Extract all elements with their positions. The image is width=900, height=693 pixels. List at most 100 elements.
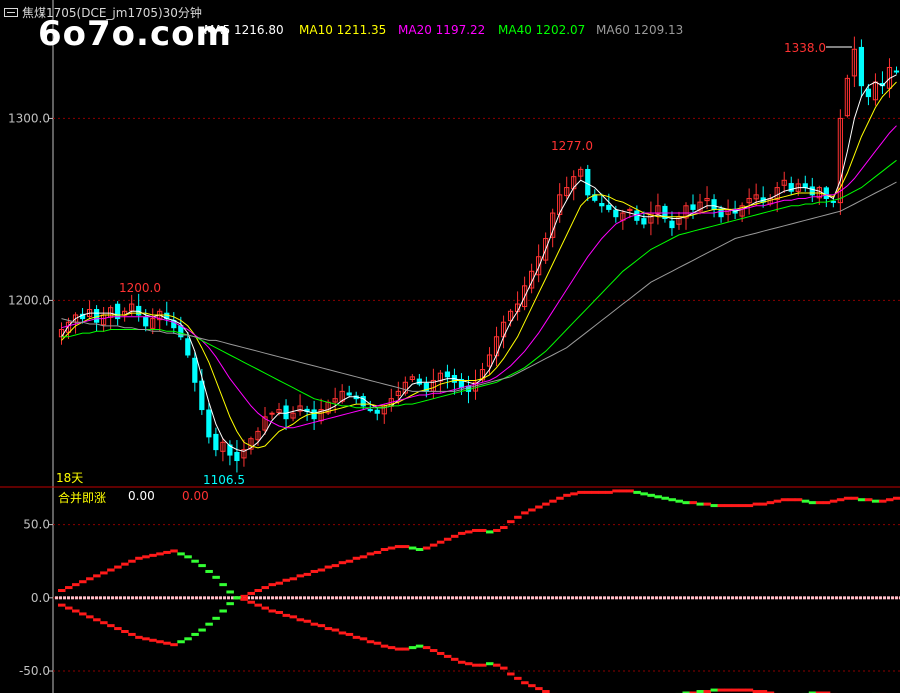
indicator-upper-segment (577, 490, 585, 494)
zero-line-dot (271, 596, 274, 600)
indicator-upper-segment (58, 589, 66, 592)
zero-line-dot (779, 596, 782, 600)
indicator-upper-segment (521, 511, 529, 515)
indicator-upper-segment (394, 545, 403, 549)
indicator-upper-segment (549, 499, 557, 503)
zero-line-dot (831, 596, 834, 600)
indicator-lower-segment (268, 609, 277, 613)
zero-line-dot (279, 596, 282, 600)
indicator-name: 合并即涨 (58, 491, 107, 505)
indicator-lower-segment (373, 641, 382, 645)
zero-line-dot (91, 596, 94, 600)
candle-body (269, 412, 275, 415)
indicator-upper-segment (471, 528, 480, 532)
indicator-lower-segment (331, 628, 340, 632)
candle-body (865, 88, 872, 98)
zero-line-dot (735, 596, 738, 600)
indicator-upper-segment (65, 586, 73, 590)
indicator-upper-segment (836, 498, 845, 502)
candle-body (93, 309, 100, 323)
zero-line-dot (459, 596, 462, 600)
zero-line-dot (463, 596, 466, 600)
zero-line-dot (795, 596, 798, 600)
indicator-upper-segment (275, 581, 284, 585)
zero-line-dot (823, 596, 826, 600)
zero-line-dot (187, 596, 190, 600)
zero-line-dot (551, 596, 554, 600)
zero-line-dot (503, 596, 506, 600)
indicator-lower-segment (457, 660, 466, 664)
indicator-lower-segment (275, 610, 284, 614)
zero-line-dot (659, 596, 662, 600)
zero-line-dot (455, 596, 458, 600)
zero-line-dot (379, 596, 382, 600)
zero-line-dot (771, 596, 774, 600)
zero-line-dot (403, 596, 406, 600)
zero-line-dot (471, 596, 474, 600)
indicator-upper-segment (500, 526, 508, 530)
indicator-lower-segment (72, 609, 80, 613)
indicator-lower-segment (745, 688, 754, 692)
indicator-lower-segment (731, 688, 740, 692)
candle-body (346, 392, 352, 396)
zero-line-dot (299, 596, 302, 600)
indicator-lower-segment (282, 613, 291, 617)
indicator-upper-segment (892, 496, 900, 500)
candle-body (311, 409, 317, 420)
indicator-upper-segment (514, 515, 522, 519)
indicator-upper-segment (682, 501, 690, 505)
indicator-lower-segment (408, 646, 417, 650)
zero-line-dot (783, 596, 786, 600)
zero-line-dot (599, 596, 602, 600)
indicator-lower-segment (310, 622, 319, 626)
window-icon[interactable] (4, 7, 18, 17)
zero-line-dot (719, 596, 722, 600)
indicator-upper-segment (864, 498, 873, 502)
zero-line-dot (79, 596, 82, 600)
zero-line-dot (891, 596, 894, 600)
indicator-lower-segment (471, 663, 480, 667)
zero-line-dot (415, 596, 418, 600)
candle-body (192, 357, 198, 383)
zero-line-dot (751, 596, 754, 600)
kline-chart[interactable]: 1300.0 1200.0 1338.0 1277.0 1200.0 1106.5 18天 5… (0, 0, 900, 693)
indicator-upper-segment (584, 490, 592, 494)
indicator-lower-segment (338, 631, 347, 635)
indicator-upper-segment (79, 580, 87, 584)
zero-line-dot (651, 596, 654, 600)
zero-line-dot (547, 596, 550, 600)
candle-body (585, 168, 591, 196)
indicator-upper-segment (717, 504, 726, 508)
indicator-lower-segment (479, 663, 487, 667)
indicator-upper-segment (759, 502, 768, 506)
indicator-upper-segment (738, 504, 747, 508)
indicator-lower-segment (191, 632, 199, 636)
indicator-upper-segment (661, 496, 669, 500)
zero-line-dot (723, 596, 726, 600)
zero-line-dot (183, 596, 186, 600)
zero-line-dot (119, 596, 122, 600)
zero-line-dot (571, 596, 574, 600)
indicator-upper-segment (535, 505, 543, 509)
indicator-upper-segment (408, 546, 417, 550)
indicator-lower-segment (233, 596, 241, 600)
indicator-upper-segment (542, 502, 550, 506)
zero-line-dot (115, 596, 118, 600)
indicator-upper-segment (871, 499, 880, 503)
indicator-lower-segment (717, 688, 726, 692)
indicator-lower-segment (317, 624, 326, 628)
indicator-lower-segment (261, 606, 269, 610)
zero-line-dot (507, 596, 510, 600)
zero-line-dot (287, 596, 290, 600)
zero-line-dot (147, 596, 150, 600)
zero-line-dot (555, 596, 558, 600)
indicator-upper-segment (640, 492, 648, 496)
indicator-upper-segment (668, 498, 676, 502)
indicator-lower-segment (464, 662, 473, 666)
zero-line-dot (435, 596, 438, 600)
zero-line-dot (375, 596, 378, 600)
indicator-upper-segment (493, 528, 501, 532)
indicator-upper-segment (282, 578, 291, 582)
indicator-lower-segment (507, 672, 515, 676)
zero-line-dot (611, 596, 614, 600)
